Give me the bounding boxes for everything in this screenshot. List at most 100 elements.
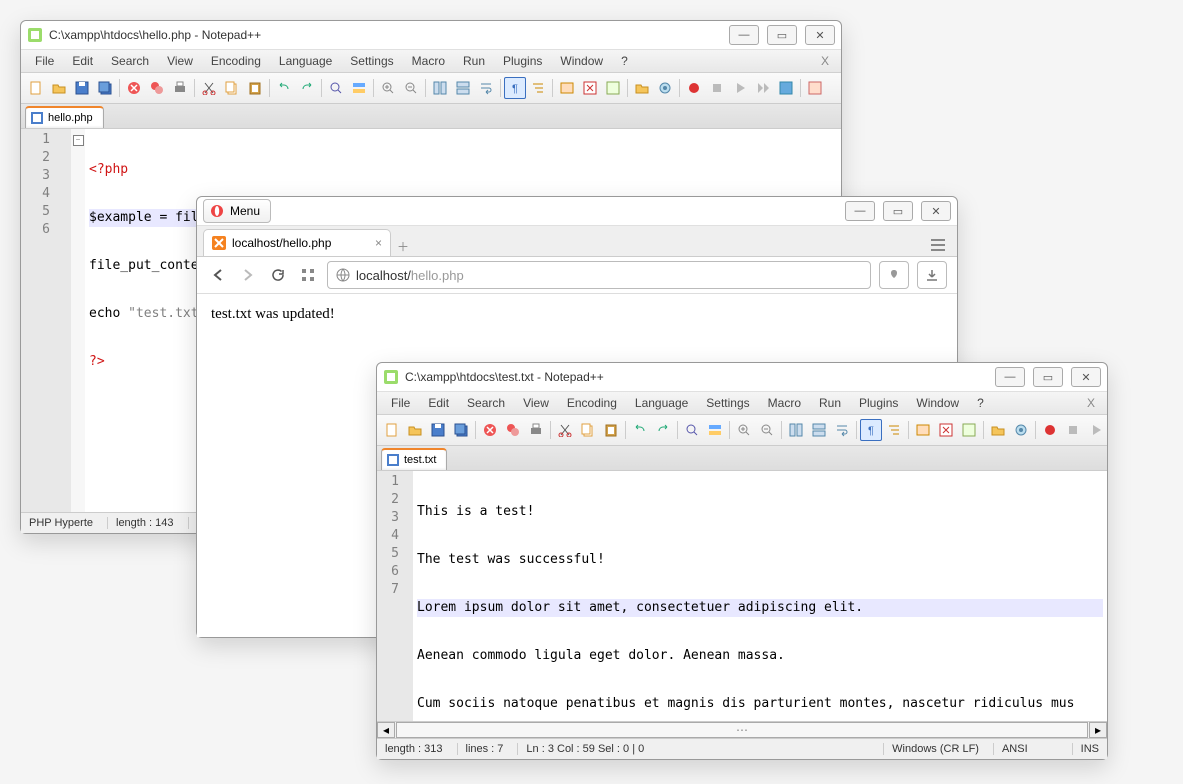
browser-tab[interactable]: localhost/hello.php × (203, 229, 391, 256)
save-all-icon[interactable] (94, 77, 116, 99)
cut-icon[interactable] (554, 419, 576, 441)
redo-icon[interactable] (652, 419, 674, 441)
stop-icon[interactable] (706, 77, 728, 99)
minimize-button[interactable]: ― (729, 25, 759, 45)
menu-file[interactable]: File (27, 52, 62, 70)
menu-encoding[interactable]: Encoding (203, 52, 269, 70)
close-file-icon[interactable] (479, 419, 501, 441)
copy-icon[interactable] (577, 419, 599, 441)
save-macro-icon[interactable] (775, 77, 797, 99)
replace-icon[interactable] (348, 77, 370, 99)
menu-edit[interactable]: Edit (420, 394, 457, 412)
tab-menu-icon[interactable] (927, 234, 949, 256)
folder-icon[interactable] (987, 419, 1009, 441)
doc-map-icon[interactable] (958, 419, 980, 441)
menu-macro[interactable]: Macro (760, 394, 809, 412)
paste-icon[interactable] (600, 419, 622, 441)
redo-icon[interactable] (296, 77, 318, 99)
menu-edit[interactable]: Edit (64, 52, 101, 70)
browser-close-button[interactable]: ✕ (921, 201, 951, 221)
fold-column[interactable]: − (71, 129, 85, 512)
open-file-icon[interactable] (404, 419, 426, 441)
find-icon[interactable] (325, 77, 347, 99)
menu-run[interactable]: Run (455, 52, 493, 70)
editor-2[interactable]: 1234567 This is a test! The test was suc… (377, 470, 1107, 721)
sync-v-icon[interactable] (429, 77, 451, 99)
close-button[interactable]: ✕ (805, 25, 835, 45)
replace-icon[interactable] (704, 419, 726, 441)
h-scrollbar[interactable]: ◂ ⋯ ▸ (377, 721, 1107, 738)
menu-run[interactable]: Run (811, 394, 849, 412)
maximize-button[interactable]: ▭ (767, 25, 797, 45)
menubar-x-icon[interactable]: X (815, 54, 835, 68)
browser-maximize-button[interactable]: ▭ (883, 201, 913, 221)
menu-settings[interactable]: Settings (698, 394, 757, 412)
monitor-icon[interactable] (654, 77, 676, 99)
speed-dial-button[interactable] (297, 264, 319, 286)
paste-icon[interactable] (244, 77, 266, 99)
monitor-icon[interactable] (1010, 419, 1032, 441)
address-bar[interactable]: localhost/hello.php (327, 261, 871, 289)
new-file-icon[interactable] (381, 419, 403, 441)
wrap-icon[interactable] (831, 419, 853, 441)
bookmark-button[interactable] (879, 261, 909, 289)
scroll-left-icon[interactable]: ◂ (377, 722, 395, 738)
new-file-icon[interactable] (25, 77, 47, 99)
minimize-button[interactable]: ― (995, 367, 1025, 387)
folder-icon[interactable] (631, 77, 653, 99)
browser-titlebar[interactable]: Menu ― ▭ ✕ (197, 197, 957, 226)
browser-minimize-button[interactable]: ― (845, 201, 875, 221)
menu-window[interactable]: Window (552, 52, 611, 70)
record-icon[interactable] (683, 77, 705, 99)
forward-button[interactable] (237, 264, 259, 286)
find-icon[interactable] (681, 419, 703, 441)
menubar-x-icon[interactable]: X (1081, 396, 1101, 410)
sync-h-icon[interactable] (808, 419, 830, 441)
downloads-button[interactable] (917, 261, 947, 289)
play-multi-icon[interactable] (752, 77, 774, 99)
new-tab-button[interactable]: ＋ (391, 236, 415, 256)
menu-plugins[interactable]: Plugins (495, 52, 550, 70)
zoom-out-icon[interactable] (400, 77, 422, 99)
menu-help[interactable]: ? (613, 52, 636, 70)
scroll-track[interactable]: ⋯ (396, 722, 1088, 738)
menu-help[interactable]: ? (969, 394, 992, 412)
tab-close-icon[interactable]: × (375, 236, 382, 250)
menu-file[interactable]: File (383, 394, 418, 412)
sync-v-icon[interactable] (785, 419, 807, 441)
zoom-in-icon[interactable] (377, 77, 399, 99)
show-chars-icon[interactable]: ¶ (860, 419, 882, 441)
save-all-icon[interactable] (450, 419, 472, 441)
maximize-button[interactable]: ▭ (1033, 367, 1063, 387)
sync-h-icon[interactable] (452, 77, 474, 99)
menu-window[interactable]: Window (908, 394, 967, 412)
opera-menu-button[interactable]: Menu (203, 199, 271, 223)
titlebar[interactable]: C:\xampp\htdocs\hello.php - Notepad++ ― … (21, 21, 841, 50)
show-chars-icon[interactable]: ¶ (504, 77, 526, 99)
print-icon[interactable] (169, 77, 191, 99)
print-icon[interactable] (525, 419, 547, 441)
back-button[interactable] (207, 264, 229, 286)
menu-search[interactable]: Search (459, 394, 513, 412)
menu-view[interactable]: View (515, 394, 557, 412)
stop-icon[interactable] (1062, 419, 1084, 441)
play-icon[interactable] (729, 77, 751, 99)
copy-icon[interactable] (221, 77, 243, 99)
scroll-right-icon[interactable]: ▸ (1089, 722, 1107, 738)
titlebar-2[interactable]: C:\xampp\htdocs\test.txt - Notepad++ ― ▭… (377, 363, 1107, 392)
close-file-icon[interactable] (123, 77, 145, 99)
spell-icon[interactable] (804, 77, 826, 99)
open-file-icon[interactable] (48, 77, 70, 99)
menu-encoding[interactable]: Encoding (559, 394, 625, 412)
save-icon[interactable] (71, 77, 93, 99)
indent-guide-icon[interactable] (527, 77, 549, 99)
menu-settings[interactable]: Settings (342, 52, 401, 70)
close-all-icon[interactable] (502, 419, 524, 441)
record-icon[interactable] (1039, 419, 1061, 441)
menu-language[interactable]: Language (627, 394, 696, 412)
ftp-icon[interactable] (912, 419, 934, 441)
doc-map-icon[interactable] (602, 77, 624, 99)
indent-guide-icon[interactable] (883, 419, 905, 441)
close-button[interactable]: ✕ (1071, 367, 1101, 387)
undo-icon[interactable] (629, 419, 651, 441)
